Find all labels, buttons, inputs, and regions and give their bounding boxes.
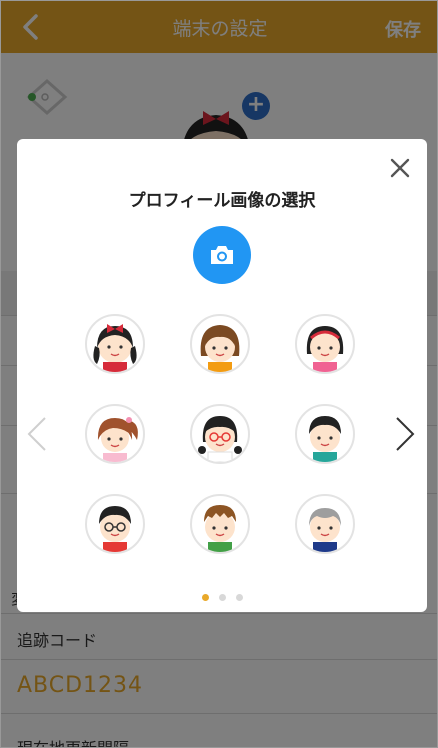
avatar-option-boy-black-hair[interactable] — [295, 404, 355, 464]
avatar-option-boy-glasses[interactable] — [85, 494, 145, 554]
avatar-option-girl-black-headband[interactable] — [295, 314, 355, 374]
avatar-option-boy-brown-hair[interactable] — [190, 494, 250, 554]
avatar-option-grandpa-gray-hair[interactable] — [295, 494, 355, 554]
page-dot-2[interactable] — [218, 594, 226, 601]
avatar-option-girl-red-bow[interactable] — [85, 314, 145, 374]
avatar-option-girl-glasses-braids[interactable] — [190, 404, 250, 464]
page-dot-1[interactable] — [201, 594, 209, 601]
camera-icon — [211, 246, 233, 264]
camera-button[interactable] — [193, 226, 251, 284]
close-icon[interactable] — [389, 157, 411, 179]
app-frame: 端末の設定 保存 + 変 追跡コード ABCD1234 現在地更新間隔 — [0, 0, 438, 748]
next-page-arrow-icon[interactable] — [393, 414, 417, 454]
page-dot-3[interactable] — [235, 594, 243, 601]
previous-page-arrow-icon[interactable] — [25, 414, 49, 454]
page-indicator — [17, 586, 427, 605]
dialog-title: プロフィール画像の選択 — [128, 191, 316, 211]
profile-image-picker-dialog: プロフィール画像の選択 — [17, 139, 427, 612]
avatar-grid — [85, 314, 359, 554]
avatar-option-girl-brown-bob[interactable] — [190, 314, 250, 374]
avatar-option-girl-side-ponytail[interactable] — [85, 404, 145, 464]
